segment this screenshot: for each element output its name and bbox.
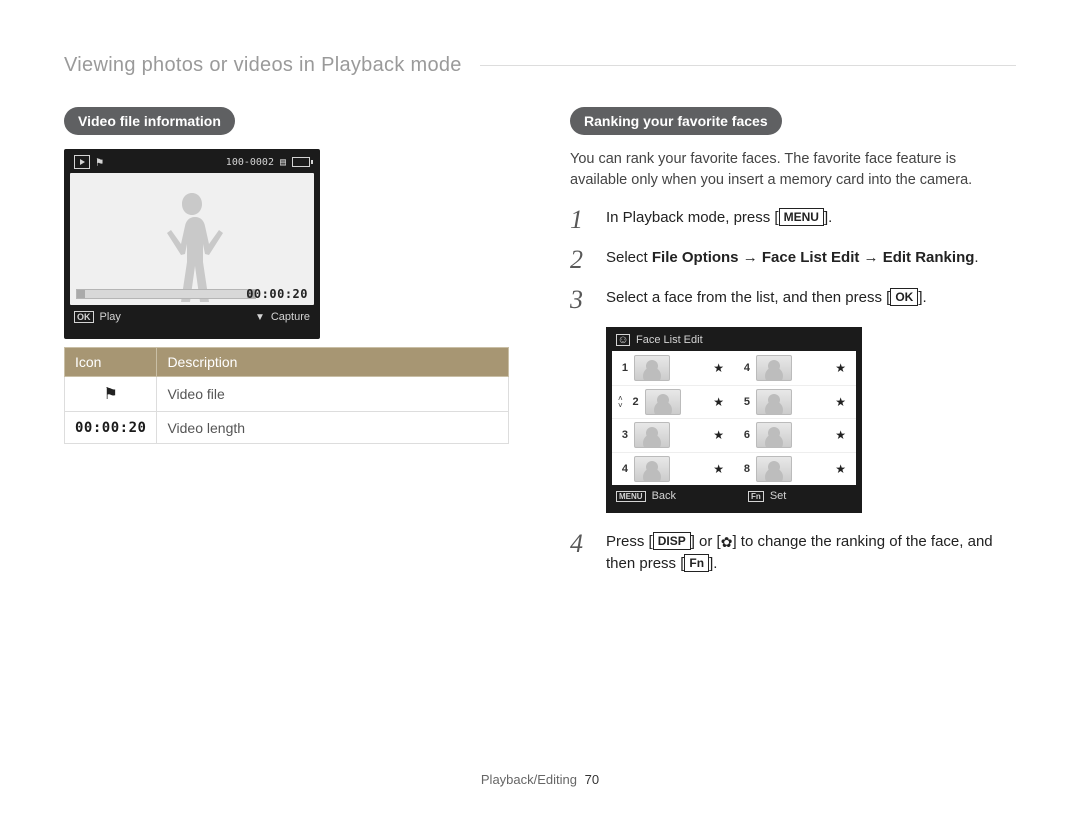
steps-list-cont: 4 Press [DISP] or [✿] to change the rank… <box>570 531 1016 575</box>
elapsed-time: 00:00:20 <box>246 287 308 301</box>
star-icon: ★ <box>713 428 724 442</box>
step-number: 3 <box>570 287 592 313</box>
section-heading-video-info: Video file information <box>64 107 235 135</box>
face-thumb <box>645 389 681 415</box>
star-icon: ★ <box>713 361 724 375</box>
face-thumb <box>756 355 792 381</box>
page-number: 70 <box>585 772 599 787</box>
face-thumb <box>756 389 792 415</box>
step-4: 4 Press [DISP] or [✿] to change the rank… <box>570 531 1016 575</box>
file-counter: 100-0002 <box>226 157 274 168</box>
face-cell: 4★ <box>612 452 734 486</box>
footer-section: Playback/Editing <box>481 772 577 787</box>
step-2: 2 Select File Options → Face List Edit →… <box>570 247 1016 273</box>
right-column: Ranking your favorite faces You can rank… <box>570 107 1016 589</box>
face-cell: 4★ <box>734 351 856 385</box>
preview-topbar: ⚑ 100-0002 ▤ <box>66 151 318 173</box>
faceedit-grid: 1★ 4★ ˄˅2★ 5★ 3★ 6★ 4★ 8★ <box>612 351 856 485</box>
face-cell: 1★ <box>612 351 734 385</box>
down-icon: ▼ <box>255 312 265 323</box>
set-label: Set <box>770 490 787 502</box>
person-silhouette <box>157 185 227 305</box>
step-1: 1 In Playback mode, press [MENU]. <box>570 207 1016 233</box>
back-label: Back <box>652 490 676 502</box>
step-text: In Playback mode, press [MENU]. <box>606 207 832 233</box>
page-footer: Playback/Editing 70 <box>0 772 1080 787</box>
macro-flower-icon: ✿ <box>721 534 733 550</box>
steps-list: 1 In Playback mode, press [MENU]. 2 Sele… <box>570 207 1016 313</box>
table-row: ⚑ Video file <box>65 377 509 412</box>
desc-cell: Video length <box>157 412 509 444</box>
table-row: 00:00:20 Video length <box>65 412 509 444</box>
capture-label: Capture <box>271 311 310 323</box>
face-cell: 6★ <box>734 418 856 452</box>
battery-icon <box>292 157 310 167</box>
video-file-icon: ⚑ <box>96 155 103 169</box>
disp-button-icon: DISP <box>653 532 691 550</box>
header-rule <box>480 65 1016 66</box>
step-text: Select File Options → Face List Edit → E… <box>606 247 979 273</box>
updown-icon: ˄˅ <box>618 395 623 409</box>
col-icon: Icon <box>65 348 157 377</box>
star-icon: ★ <box>835 462 846 476</box>
face-thumb <box>634 355 670 381</box>
menu-tag-icon: MENU <box>616 491 646 502</box>
faceedit-title: Face List Edit <box>636 334 703 346</box>
play-mode-icon <box>74 155 90 169</box>
video-file-icon: ⚑ <box>104 386 118 403</box>
preview-bottombar: OK Play ▼ Capture <box>66 305 318 329</box>
page-title: Viewing photos or videos in Playback mod… <box>64 54 462 77</box>
menu-button-icon: MENU <box>779 208 824 226</box>
desc-cell: Video file <box>157 377 509 412</box>
faceedit-footer: MENU Back Fn Set <box>608 485 860 507</box>
scrub-bar <box>76 289 256 299</box>
page-header: Viewing photos or videos in Playback mod… <box>64 54 1016 77</box>
timestamp-icon: 00:00:20 <box>75 420 146 436</box>
preview-viewport: 00:00:20 <box>70 173 314 305</box>
left-column: Video file information ⚑ 100-0002 ▤ <box>64 107 510 589</box>
play-label: Play <box>100 311 121 323</box>
ok-button-icon: OK <box>890 288 918 306</box>
face-cell: 5★ <box>734 385 856 419</box>
star-icon: ★ <box>835 361 846 375</box>
face-thumb <box>634 422 670 448</box>
storage-icon: ▤ <box>280 157 286 168</box>
ok-icon: OK <box>74 311 94 323</box>
faceedit-header: ☺ Face List Edit <box>608 329 860 351</box>
col-desc: Description <box>157 348 509 377</box>
step-number: 1 <box>570 207 592 233</box>
face-list-edit-screen: ☺ Face List Edit 1★ 4★ ˄˅2★ 5★ 3★ 6★ 4★ … <box>606 327 862 513</box>
face-thumb <box>756 456 792 482</box>
step-3: 3 Select a face from the list, and then … <box>570 287 1016 313</box>
step-number: 4 <box>570 531 592 575</box>
fn-tag-icon: Fn <box>748 491 764 502</box>
step-text: Press [DISP] or [✿] to change the rankin… <box>606 531 1016 575</box>
face-thumb <box>634 456 670 482</box>
icon-description-table: Icon Description ⚑ Video file 00:00:20 V… <box>64 347 509 444</box>
step-text: Select a face from the list, and then pr… <box>606 287 927 313</box>
face-thumb <box>756 422 792 448</box>
star-icon: ★ <box>713 462 724 476</box>
star-icon: ★ <box>713 395 724 409</box>
face-cell: 8★ <box>734 452 856 486</box>
star-icon: ★ <box>835 395 846 409</box>
fn-button-icon: Fn <box>684 554 709 572</box>
intro-text: You can rank your favorite faces. The fa… <box>570 149 1016 191</box>
face-cell-selected: ˄˅2★ <box>612 385 734 419</box>
face-cell: 3★ <box>612 418 734 452</box>
step-number: 2 <box>570 247 592 273</box>
section-heading-ranking: Ranking your favorite faces <box>570 107 782 135</box>
video-preview-screen: ⚑ 100-0002 ▤ 00:00:20 <box>64 149 320 339</box>
star-icon: ★ <box>835 428 846 442</box>
face-detect-icon: ☺ <box>616 334 630 346</box>
